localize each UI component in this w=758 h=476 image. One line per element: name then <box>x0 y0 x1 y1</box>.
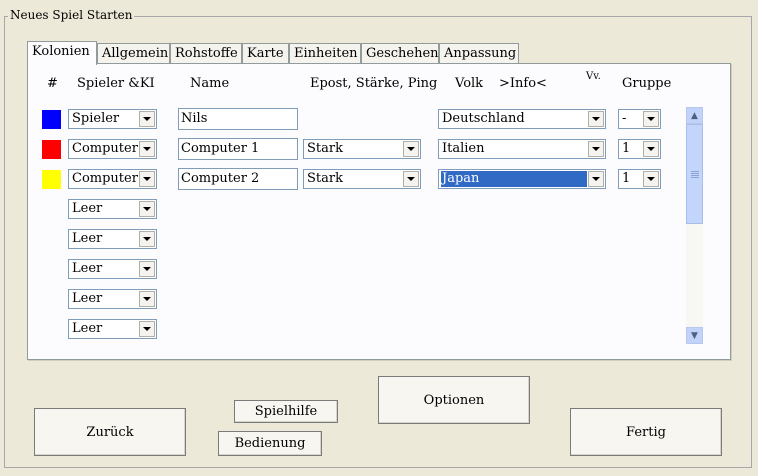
col-header-name: Name <box>190 76 230 91</box>
dropdown-arrow-icon[interactable] <box>403 141 419 157</box>
dropdown-arrow-icon[interactable] <box>139 111 155 127</box>
options-button[interactable]: Optionen <box>378 376 530 424</box>
player-type-select[interactable]: Leer <box>68 259 157 279</box>
player-type-select[interactable]: Leer <box>68 229 157 249</box>
volk-select[interactable]: Deutschland <box>438 109 606 129</box>
dropdown-arrow-icon[interactable] <box>403 171 419 187</box>
dropdown-arrow-icon[interactable] <box>139 201 155 217</box>
strength-value: Stark <box>307 141 343 156</box>
player-color-swatch <box>42 140 61 159</box>
strength-value: Stark <box>307 171 343 186</box>
dropdown-arrow-icon[interactable] <box>588 111 604 127</box>
dropdown-arrow-icon[interactable] <box>139 231 155 247</box>
player-type-select[interactable]: Leer <box>68 199 157 219</box>
player-type-value: Spieler <box>72 111 120 126</box>
gruppe-select[interactable]: 1 <box>618 169 661 189</box>
col-header-vv: Vv. <box>586 71 601 82</box>
dropdown-arrow-icon[interactable] <box>139 171 155 187</box>
player-name-input[interactable]: Nils <box>178 108 298 130</box>
dropdown-arrow-icon[interactable] <box>643 141 659 157</box>
player-type-value: Leer <box>72 261 103 276</box>
tab-karte[interactable]: Karte <box>242 43 289 63</box>
finish-button[interactable]: Fertig <box>570 408 722 456</box>
tab-einheiten[interactable]: Einheiten <box>289 43 361 63</box>
vertical-scrollbar[interactable]: ▲ ▼ <box>686 107 703 344</box>
volk-select[interactable]: Italien <box>438 139 606 159</box>
dropdown-arrow-icon[interactable] <box>643 111 659 127</box>
col-header-epost: Epost, Stärke, Ping <box>310 76 438 91</box>
window-title: Neues Spiel Starten <box>8 8 135 22</box>
tab-allgemein[interactable]: Allgemein <box>97 43 170 63</box>
strength-select[interactable]: Stark <box>303 139 421 159</box>
dropdown-arrow-icon[interactable] <box>588 171 604 187</box>
player-type-value: Leer <box>72 321 103 336</box>
col-header-gruppe: Gruppe <box>622 76 672 91</box>
player-type-select[interactable]: Leer <box>68 319 157 339</box>
scrollbar-thumb[interactable] <box>686 124 703 224</box>
player-type-select[interactable]: Leer <box>68 289 157 309</box>
player-type-value: Leer <box>72 231 103 246</box>
col-header-volk: Volk <box>455 76 484 91</box>
scroll-up-icon[interactable]: ▲ <box>686 107 703 124</box>
volk-value: Japan <box>441 171 587 187</box>
player-color-swatch <box>42 170 61 189</box>
back-button[interactable]: Zurück <box>34 408 186 456</box>
player-type-select[interactable]: Computer <box>68 139 157 159</box>
player-name-input[interactable]: Computer 1 <box>178 138 298 160</box>
volk-select[interactable]: Japan <box>438 169 606 189</box>
game-help-button[interactable]: Spielhilfe <box>234 400 338 423</box>
volk-value: Deutschland <box>442 111 525 126</box>
col-header-num: # <box>47 76 58 91</box>
dropdown-arrow-icon[interactable] <box>139 291 155 307</box>
tab-rohstoffe[interactable]: Rohstoffe <box>170 43 242 63</box>
player-type-value: Computer <box>72 171 138 186</box>
gruppe-value: - <box>622 111 627 126</box>
player-type-value: Leer <box>72 291 103 306</box>
player-type-value: Computer <box>72 141 138 156</box>
player-color-swatch <box>42 110 61 129</box>
colonies-panel: # Spieler &KI Name Epost, Stärke, Ping V… <box>27 63 731 360</box>
dropdown-arrow-icon[interactable] <box>139 321 155 337</box>
gruppe-value: 1 <box>622 141 631 156</box>
player-type-value: Leer <box>72 201 103 216</box>
scroll-down-icon[interactable]: ▼ <box>686 327 703 344</box>
gruppe-value: 1 <box>622 171 631 186</box>
dropdown-arrow-icon[interactable] <box>588 141 604 157</box>
gruppe-select[interactable]: - <box>618 109 661 129</box>
player-name-input[interactable]: Computer 2 <box>178 168 298 190</box>
col-header-player: Spieler &KI <box>77 76 155 91</box>
strength-select[interactable]: Stark <box>303 169 421 189</box>
col-header-info[interactable]: >Info< <box>499 76 547 91</box>
tab-geschehen[interactable]: Geschehen <box>361 43 439 63</box>
dropdown-arrow-icon[interactable] <box>139 141 155 157</box>
volk-value: Italien <box>442 141 485 156</box>
player-type-select[interactable]: Computer <box>68 169 157 189</box>
tab-anpassung[interactable]: Anpassung <box>439 43 519 63</box>
dropdown-arrow-icon[interactable] <box>139 261 155 277</box>
gruppe-select[interactable]: 1 <box>618 139 661 159</box>
dropdown-arrow-icon[interactable] <box>643 171 659 187</box>
controls-button[interactable]: Bedienung <box>218 431 322 456</box>
tab-kolonien[interactable]: Kolonien <box>27 41 97 65</box>
player-type-select[interactable]: Spieler <box>68 109 157 129</box>
